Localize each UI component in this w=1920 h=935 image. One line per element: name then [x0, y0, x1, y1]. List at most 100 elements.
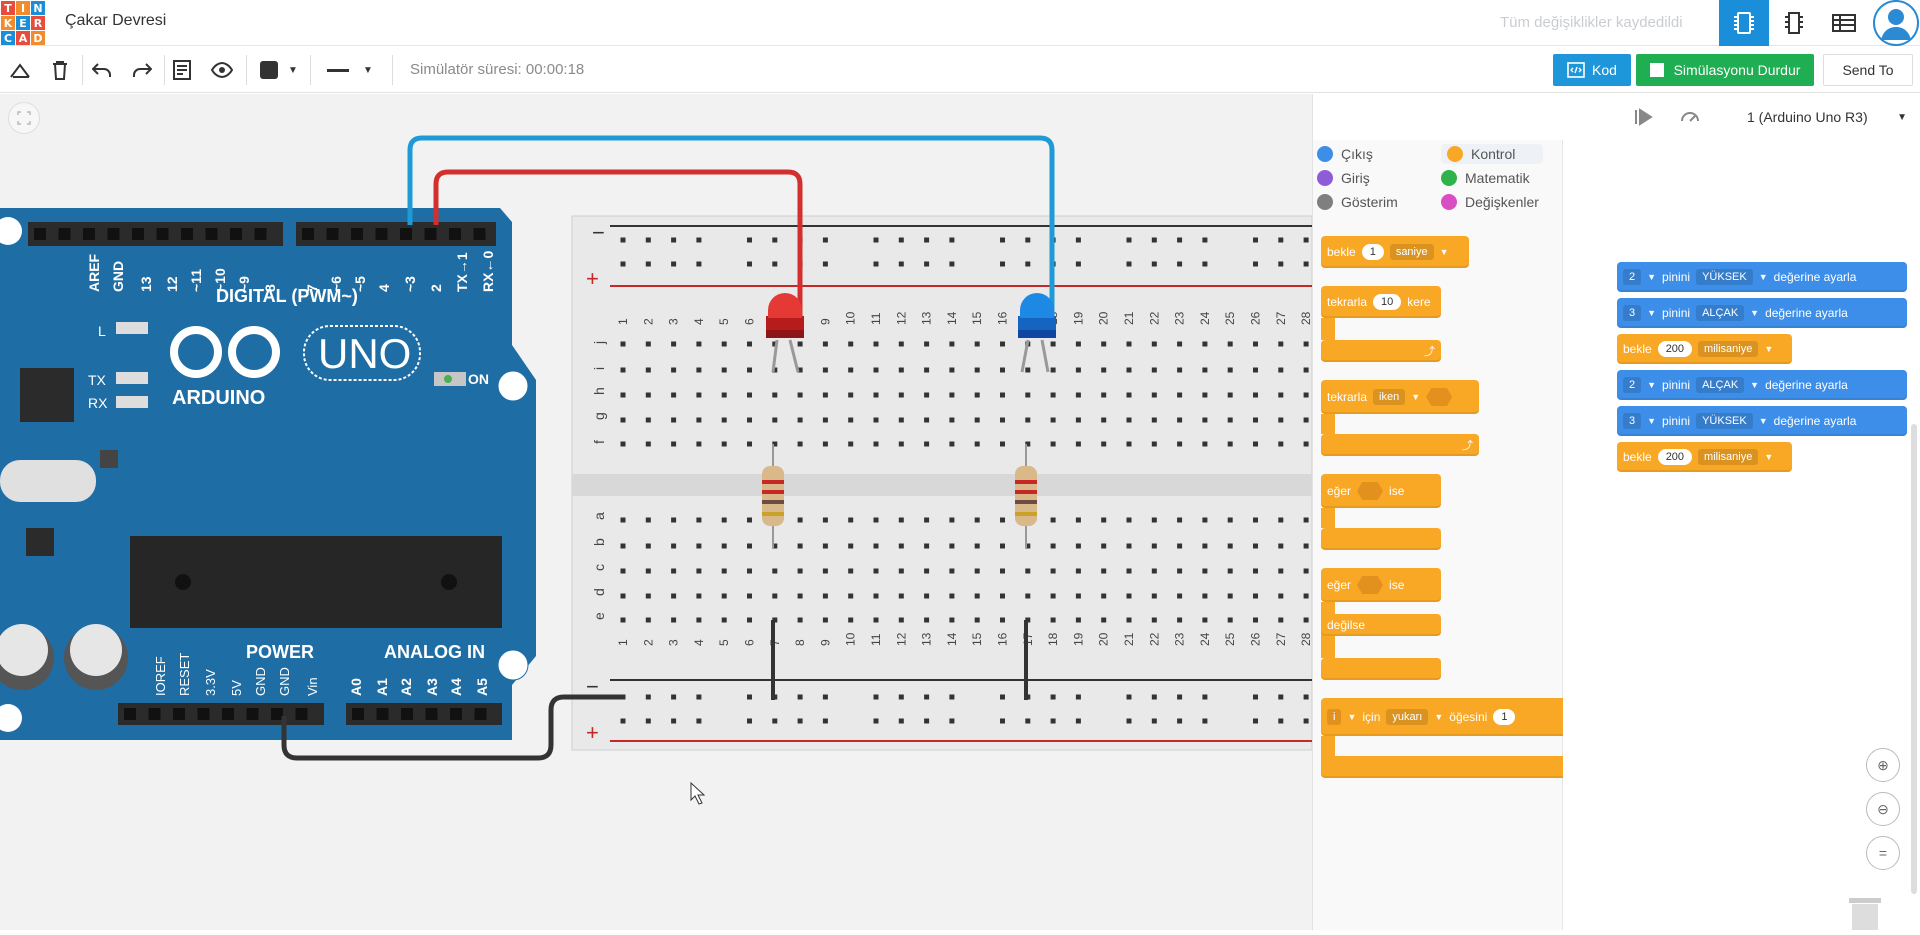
palette-if-else-end [1321, 658, 1441, 680]
terminal-hole [1025, 367, 1031, 373]
palette-if-block[interactable]: eğer ise [1321, 474, 1441, 508]
terminal-hole [671, 341, 677, 347]
terminal-hole [797, 341, 803, 347]
digital-write-block[interactable]: 3 ▼ pinini ALÇAK ▼ değerine ayarla [1617, 298, 1907, 328]
digital-write-block[interactable]: 3 ▼ pinini YÜKSEK ▼ değerine ayarla [1617, 406, 1907, 436]
terminal-hole [1126, 517, 1132, 523]
digital-write-block[interactable]: 2 ▼ pinini YÜKSEK ▼ değerine ayarla [1617, 262, 1907, 292]
terminal-hole [1278, 392, 1284, 398]
arduino-uno[interactable]: DIGITAL (PWM~) L TX RX ON ARDUINO UNO PO… [0, 208, 536, 740]
trash-can[interactable] [1845, 894, 1885, 930]
zoom-reset-button[interactable]: = [1866, 836, 1900, 870]
rail-hole [1278, 718, 1284, 724]
wait-block[interactable]: bekle 200 milisaniye ▼ [1617, 334, 1792, 364]
rotate-icon [10, 63, 30, 78]
zoom-out-button[interactable]: ⊖ [1866, 792, 1900, 826]
terminal-hole [873, 367, 879, 373]
color-picker[interactable]: ▼ [254, 56, 304, 84]
terminal-hole [1101, 417, 1107, 423]
redo-button[interactable] [128, 56, 156, 84]
debug-button[interactable] [1679, 106, 1701, 128]
design-title[interactable]: Çakar Devresi [65, 12, 166, 30]
terminal-hole [1151, 441, 1157, 447]
terminal-hole [974, 617, 980, 623]
arduino-pin-label: A5 [474, 678, 490, 696]
palette-if-else-block[interactable]: eğer ise [1321, 568, 1441, 602]
category-math[interactable]: Matematik [1441, 170, 1530, 186]
circuit-canvas[interactable]: − + − + 11223344556677889910101111121213… [0, 94, 1312, 930]
terminal-hole [620, 367, 626, 373]
terminal-hole [645, 341, 651, 347]
terminal-hole [822, 367, 828, 373]
circuit-view-button[interactable] [1719, 0, 1769, 46]
terminal-hole [924, 517, 930, 523]
palette-repeat-block[interactable]: tekrarla 10 kere [1321, 286, 1441, 318]
user-avatar[interactable] [1873, 0, 1919, 46]
terminal-hole [873, 341, 879, 347]
component-list-button[interactable] [1819, 0, 1869, 46]
terminal-hole [1303, 367, 1309, 373]
rail-hole [671, 694, 677, 700]
code-button[interactable]: Kod [1553, 54, 1631, 86]
terminal-hole [1075, 517, 1081, 523]
rx-label: RX [88, 395, 108, 411]
schematic-view-button[interactable] [1769, 0, 1819, 46]
step-button[interactable] [1633, 106, 1655, 128]
rail-hole [645, 694, 651, 700]
rail-hole [1177, 694, 1183, 700]
zoom-in-button[interactable]: ⊕ [1866, 748, 1900, 782]
workspace-scrollbar[interactable] [1911, 424, 1917, 894]
category-output[interactable]: Çıkış [1317, 146, 1373, 162]
device-select[interactable]: 1 (Arduino Uno R3) ▼ [1737, 94, 1917, 140]
palette-for-block[interactable]: i ▼ için yukarı ▼ öğesini 1 [1321, 698, 1563, 736]
terminal-hole [949, 543, 955, 549]
mouse-cursor-icon [690, 781, 706, 805]
stop-simulation-button[interactable]: Simülasyonu Durdur [1636, 54, 1814, 86]
category-display[interactable]: Gösterim [1317, 194, 1398, 210]
terminal-hole [1151, 392, 1157, 398]
palette-repeat-while-block[interactable]: tekrarla iken ▼ [1321, 380, 1479, 414]
delete-button[interactable] [46, 56, 74, 84]
rail-hole [924, 718, 930, 724]
rail-hole [747, 718, 752, 724]
wire-style-picker[interactable]: ▼ [320, 56, 380, 84]
digital-write-block[interactable]: 2 ▼ pinini ALÇAK ▼ değerine ayarla [1617, 370, 1907, 400]
visibility-button[interactable] [208, 56, 236, 84]
column-label: 16 [996, 632, 1010, 646]
rotate-button[interactable] [6, 56, 34, 84]
send-to-button[interactable]: Send To [1823, 54, 1913, 86]
rail-hole [1177, 261, 1183, 267]
terminal-hole [671, 568, 677, 574]
terminal-hole [848, 617, 854, 623]
terminal-hole [671, 617, 677, 623]
terminal-hole [620, 341, 626, 347]
category-input[interactable]: Giriş [1317, 170, 1370, 186]
terminal-hole [721, 517, 727, 523]
logo-letter: K [1, 16, 15, 30]
terminal-hole [1253, 517, 1258, 523]
column-label: 23 [1173, 632, 1187, 646]
trash-icon [53, 61, 67, 80]
arduino-pin-label: A2 [398, 678, 414, 696]
condition-slot [1426, 388, 1453, 406]
undo-button[interactable] [88, 56, 116, 84]
tinkercad-logo[interactable]: T I N K E R C A D [0, 0, 46, 46]
category-control[interactable]: Kontrol [1441, 144, 1544, 164]
terminal-hole [1202, 367, 1208, 373]
terminal-hole [1126, 341, 1132, 347]
terminal-hole [1278, 367, 1284, 373]
tx-label: TX [88, 372, 107, 388]
category-variables[interactable]: Değişkenler [1441, 194, 1539, 210]
terminal-hole [1151, 568, 1157, 574]
terminal-hole [721, 417, 727, 423]
terminal-hole [696, 517, 702, 523]
wait-block[interactable]: bekle 200 milisaniye ▼ [1617, 442, 1792, 472]
rail-hole [747, 237, 752, 243]
loop-arrow-icon: ⤴ [1424, 346, 1435, 358]
terminal-hole [1177, 367, 1183, 373]
terminal-hole [873, 593, 879, 599]
terminal-hole [620, 392, 626, 398]
terminal-hole [898, 392, 904, 398]
palette-wait-block[interactable]: bekle 1 saniye ▼ [1321, 236, 1469, 268]
notes-button[interactable] [168, 56, 196, 84]
